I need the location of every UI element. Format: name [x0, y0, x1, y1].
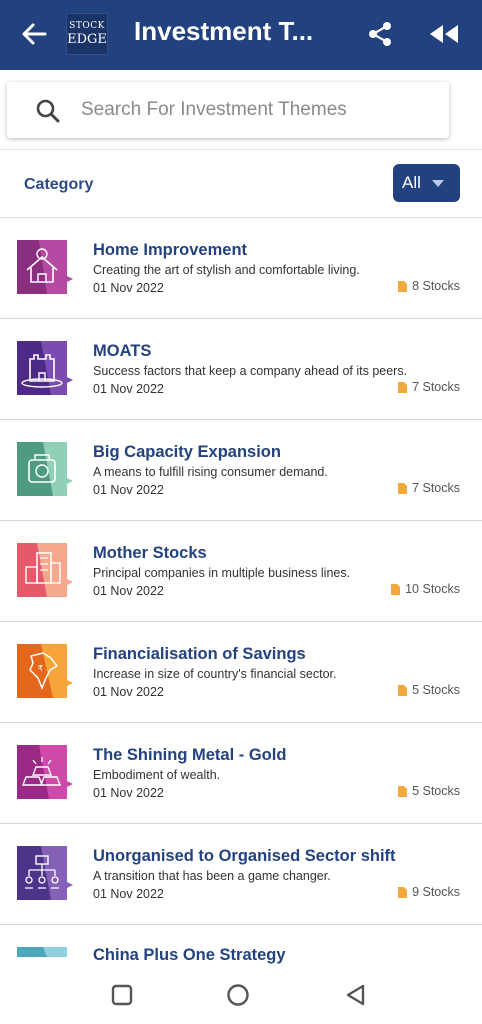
- theme-description: Increase in size of country's financial …: [93, 667, 337, 681]
- page-title: Investment T...: [134, 16, 314, 46]
- share-button[interactable]: [363, 17, 397, 51]
- theme-list-item[interactable]: Home Improvement Creating the art of sty…: [0, 218, 482, 319]
- rewind-button[interactable]: [426, 19, 462, 49]
- document-icon: [398, 482, 408, 494]
- stocks-count: 9 Stocks: [398, 885, 460, 899]
- theme-date: 01 Nov 2022: [93, 584, 164, 598]
- theme-title: Financialisation of Savings: [93, 645, 306, 663]
- search-icon: [36, 99, 60, 123]
- category-dropdown[interactable]: All: [393, 164, 460, 202]
- arrow-left-icon: [22, 23, 47, 45]
- theme-title: Home Improvement: [93, 241, 248, 259]
- document-icon: [398, 381, 408, 393]
- document-icon: [398, 684, 408, 696]
- stocks-count: 5 Stocks: [398, 683, 460, 697]
- theme-description: Principal companies in multiple business…: [93, 566, 351, 580]
- theme-list-item[interactable]: Big Capacity Expansion A means to fulfil…: [0, 420, 482, 521]
- stocks-count-label: 7 Stocks: [412, 380, 460, 394]
- theme-title: Mother Stocks: [93, 544, 207, 562]
- china-plus-one-icon: [17, 947, 67, 957]
- triangle-back-icon: [346, 984, 365, 1006]
- theme-title: Big Capacity Expansion: [93, 443, 281, 461]
- buildings-icon: [17, 543, 73, 597]
- stocks-count: 10 Stocks: [391, 582, 460, 596]
- theme-title: MOATS: [93, 342, 152, 360]
- search-area: [0, 70, 482, 150]
- theme-description: Creating the art of stylish and comforta…: [93, 263, 360, 277]
- logo-text-top: STOCK: [69, 21, 105, 31]
- square-icon: [111, 984, 133, 1006]
- category-selected-value: All: [402, 173, 421, 192]
- back-button[interactable]: [18, 18, 50, 50]
- stocks-count-label: 7 Stocks: [412, 481, 460, 495]
- chevron-down-icon: [432, 180, 444, 187]
- theme-title: Unorganised to Organised Sector shift: [93, 847, 396, 865]
- investment-themes-screen: STOCK EDGE Investment T... Search For In…: [0, 0, 482, 1024]
- home-improvement-icon: [17, 240, 73, 294]
- theme-list-item[interactable]: Mother Stocks Principal companies in mul…: [0, 521, 482, 622]
- document-icon: [398, 280, 408, 292]
- theme-date: 01 Nov 2022: [93, 685, 164, 699]
- castle-icon: [17, 341, 73, 395]
- stocks-count: 7 Stocks: [398, 481, 460, 495]
- theme-date: 01 Nov 2022: [93, 786, 164, 800]
- theme-list-item[interactable]: MOATS Success factors that keep a compan…: [0, 319, 482, 420]
- search-input[interactable]: [81, 92, 431, 128]
- stockedge-logo: STOCK EDGE: [66, 13, 108, 55]
- system-navigation-bar: [0, 964, 482, 1024]
- back-nav-button[interactable]: [342, 982, 368, 1008]
- theme-description: Success factors that keep a company ahea…: [93, 364, 408, 378]
- theme-description: A transition that has been a game change…: [93, 869, 331, 883]
- theme-date: 01 Nov 2022: [93, 281, 164, 295]
- theme-list-item[interactable]: The Shining Metal - Gold Embodiment of w…: [0, 723, 482, 824]
- theme-list-item[interactable]: Unorganised to Organised Sector shift A …: [0, 824, 482, 925]
- category-label: Category: [24, 176, 94, 193]
- home-button[interactable]: [225, 982, 251, 1008]
- stocks-count-label: 9 Stocks: [412, 885, 460, 899]
- gold-bars-icon: [17, 745, 73, 799]
- stocks-count-label: 5 Stocks: [412, 784, 460, 798]
- theme-title: China Plus One Strategy: [93, 946, 286, 964]
- theme-date: 01 Nov 2022: [93, 483, 164, 497]
- document-icon: [391, 583, 401, 595]
- stocks-count-label: 5 Stocks: [412, 683, 460, 697]
- rewind-icon: [430, 25, 458, 43]
- theme-title: The Shining Metal - Gold: [93, 746, 287, 764]
- theme-list-item[interactable]: ₹ Financialisation of Savings Increase i…: [0, 622, 482, 723]
- document-icon: [398, 886, 408, 898]
- logo-text-bottom: EDGE: [67, 32, 107, 47]
- stocks-count: 8 Stocks: [398, 279, 460, 293]
- stocks-count: 5 Stocks: [398, 784, 460, 798]
- theme-description: A means to fulfill rising consumer deman…: [93, 465, 328, 479]
- factory-expansion-icon: [17, 442, 73, 496]
- category-row: Category All: [0, 150, 482, 218]
- svg-text:₹: ₹: [38, 664, 43, 673]
- stocks-count-label: 8 Stocks: [412, 279, 460, 293]
- theme-list-item[interactable]: China Plus One Strategy: [0, 925, 482, 969]
- theme-list: Home Improvement Creating the art of sty…: [0, 218, 482, 969]
- org-chart-icon: [17, 846, 73, 900]
- recent-apps-button[interactable]: [109, 982, 135, 1008]
- document-icon: [398, 785, 408, 797]
- stocks-count: 7 Stocks: [398, 380, 460, 394]
- theme-date: 01 Nov 2022: [93, 887, 164, 901]
- app-header: STOCK EDGE Investment T...: [0, 0, 482, 70]
- stocks-count-label: 10 Stocks: [405, 582, 460, 596]
- search-box[interactable]: [7, 82, 449, 138]
- theme-date: 01 Nov 2022: [93, 382, 164, 396]
- india-map-icon: ₹: [17, 644, 73, 698]
- circle-icon: [227, 984, 249, 1006]
- theme-description: Embodiment of wealth.: [93, 768, 221, 782]
- share-icon: [369, 22, 391, 46]
